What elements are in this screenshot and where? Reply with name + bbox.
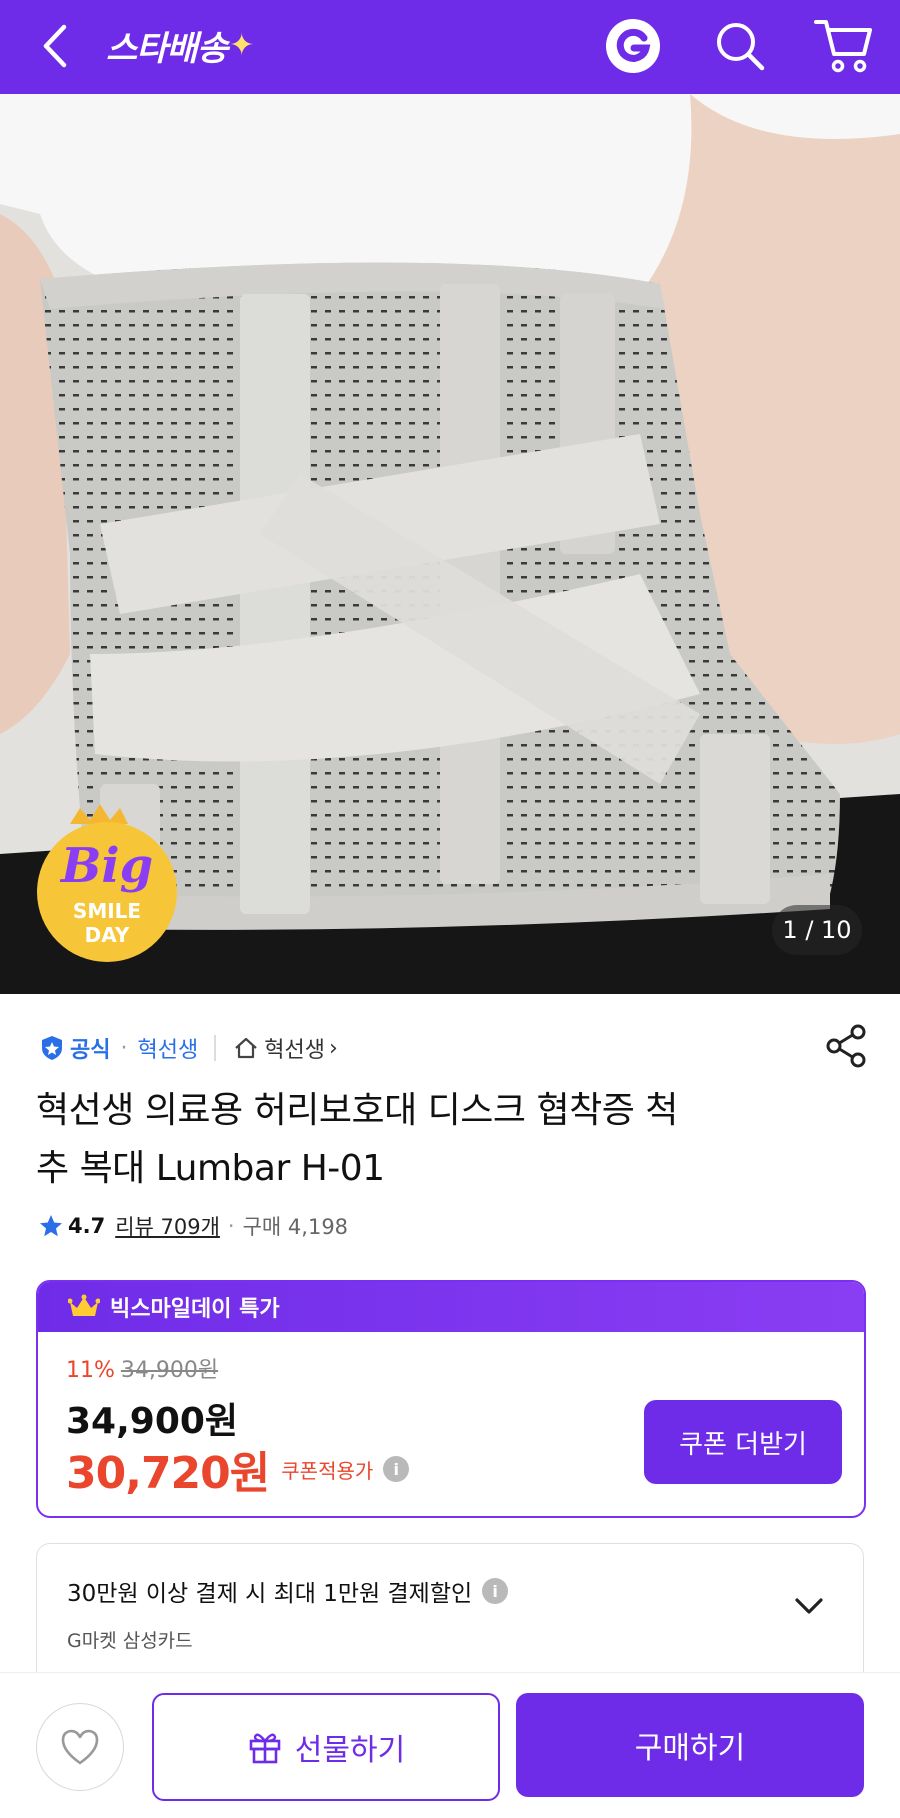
card-benefit-main: 30만원 이상 결제 시 최대 1만원 결제할인 i <box>67 1574 509 1608</box>
badge-big-text: Big <box>59 838 153 894</box>
seller-meta-row: 공식 · 혁선생 혁선생 › <box>38 1030 878 1066</box>
badge-smile-text: SMILE <box>73 899 141 923</box>
gift-label: 선물하기 <box>294 1733 406 1768</box>
card-benefit-text: 30만원 이상 결제 시 최대 1만원 결제할인 <box>67 1581 473 1607</box>
coupon-price-label: 쿠폰적용가 <box>281 1458 374 1483</box>
crown-icon <box>68 1294 100 1316</box>
dot-separator: · <box>227 1214 235 1238</box>
rating-value: 4.7 <box>68 1214 106 1238</box>
product-title: 혁선생 의료용 허리보호대 디스크 협착증 척 추 복대 Lumbar H-01 <box>36 1082 836 1198</box>
search-icon[interactable] <box>710 16 770 76</box>
divider <box>214 1035 217 1061</box>
official-badge: 공식 <box>38 1032 110 1064</box>
promo-price-card: 빅스마일데이 특가 11% 34,900원 34,900원 30,720원 쿠폰… <box>36 1280 866 1518</box>
chevron-down-icon[interactable] <box>789 1588 829 1624</box>
coupon-price: 30,720원 <box>66 1448 270 1499</box>
coupon-price-line: 30,720원 쿠폰적용가 i <box>66 1437 410 1501</box>
official-shield-icon <box>42 1036 62 1060</box>
badge-day-text: DAY <box>85 923 130 947</box>
store-home-link[interactable]: 혁선생 › <box>232 1032 338 1064</box>
store-label: 혁선생 <box>264 1038 325 1063</box>
logo-text: 스타배송 <box>106 28 228 69</box>
home-icon <box>235 1037 257 1059</box>
cart-icon[interactable] <box>812 14 876 76</box>
discount-rate: 11% <box>66 1358 115 1383</box>
discount-line: 11% 34,900원 <box>66 1352 218 1384</box>
card-benefit-sub: G마켓 삼성카드 <box>67 1630 193 1652</box>
big-smile-day-badge: Big SMILE DAY <box>37 804 177 962</box>
more-coupons-button[interactable]: 쿠폰 더받기 <box>644 1400 842 1484</box>
top-header: 스타배송 ✦ <box>0 0 900 94</box>
star-delivery-logo[interactable]: 스타배송 ✦ <box>106 20 254 70</box>
review-link[interactable]: 리뷰 709개 <box>115 1211 220 1241</box>
chevron-right-icon: › <box>328 1035 338 1061</box>
dot-separator: · <box>120 1035 128 1061</box>
card-benefit-panel[interactable]: 30만원 이상 결제 시 최대 1만원 결제할인 i G마켓 삼성카드 <box>36 1543 864 1685</box>
star-icon <box>40 1215 62 1237</box>
back-arrow-icon[interactable] <box>30 18 80 74</box>
rating-row: 4.7 리뷰 709개 · 구매 4,198 <box>38 1208 348 1244</box>
wishlist-button[interactable] <box>36 1703 124 1791</box>
image-counter: 1 / 10 <box>772 905 862 955</box>
logo-spark-icon: ✦ <box>229 27 254 63</box>
seller-link[interactable]: 혁선생 <box>137 1032 198 1064</box>
buy-button[interactable]: 구매하기 <box>516 1693 864 1797</box>
gift-icon <box>249 1733 281 1764</box>
product-title-line2: 추 복대 Lumbar H-01 <box>36 1148 385 1189</box>
official-label: 공식 <box>70 1038 111 1063</box>
gift-button[interactable]: 선물하기 <box>152 1693 500 1801</box>
original-price: 34,900원 <box>120 1358 219 1383</box>
info-icon[interactable]: i <box>383 1456 410 1482</box>
purchase-count: 구매 4,198 <box>242 1215 349 1239</box>
g-logo-icon[interactable] <box>604 17 662 75</box>
bottom-action-bar: 선물하기 구매하기 <box>0 1672 900 1818</box>
promo-header-label: 빅스마일데이 특가 <box>110 1297 280 1322</box>
heart-icon <box>61 1729 99 1765</box>
info-icon[interactable]: i <box>482 1578 509 1604</box>
share-icon[interactable] <box>822 1022 870 1070</box>
promo-header: 빅스마일데이 특가 <box>38 1282 864 1332</box>
product-title-line1: 혁선생 의료용 허리보호대 디스크 협착증 척 <box>36 1090 678 1131</box>
